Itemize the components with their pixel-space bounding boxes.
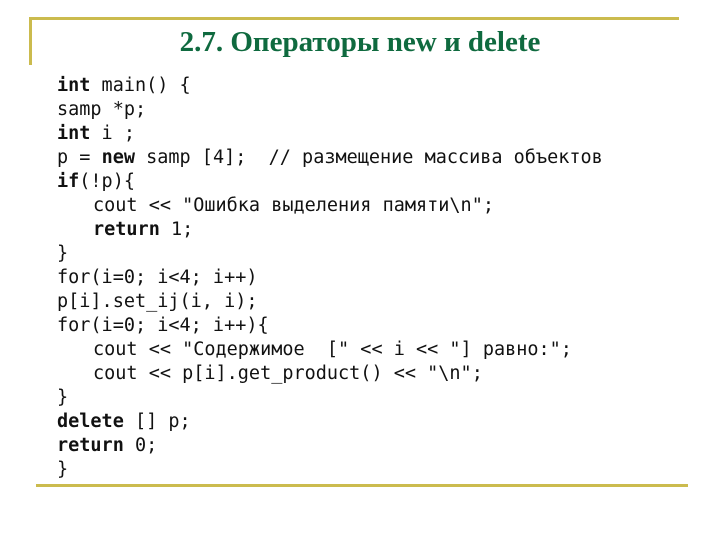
code-text: p[i].set_ij(i, i); <box>57 291 258 312</box>
code-text: } <box>57 243 69 264</box>
code-line: cout << p[i].get_product() << "\n"; <box>57 362 603 386</box>
code-text: for(i=0; i<4; i++) <box>57 267 258 288</box>
code-line: cout << "Содержимое [" << i << "] равно:… <box>57 338 603 362</box>
code-keyword: int <box>57 123 91 144</box>
code-text: main() { <box>90 75 191 96</box>
frame-bottom-rule <box>36 484 688 487</box>
code-text: } <box>57 387 69 408</box>
code-text: for(i=0; i<4; i++){ <box>57 315 269 336</box>
code-text: } <box>57 459 69 480</box>
code-line: samp *p; <box>57 98 603 122</box>
code-line: for(i=0; i<4; i++){ <box>57 314 603 338</box>
code-text: (!p){ <box>79 171 135 192</box>
code-keyword: delete <box>57 411 124 432</box>
code-keyword: int <box>57 75 91 96</box>
code-line: int i ; <box>57 122 603 146</box>
code-block: int main() {samp *p; int i ; p = new samp … <box>57 74 603 482</box>
code-line: for(i=0; i<4; i++) <box>57 266 603 290</box>
code-text: p = <box>57 147 102 168</box>
code-line: } <box>57 458 603 482</box>
code-line: } <box>57 242 603 266</box>
code-keyword: return <box>57 435 124 456</box>
code-line: p = new samp [4]; // размещение массива … <box>57 146 603 170</box>
code-keyword: return <box>93 219 160 240</box>
code-line: cout << "Ошибка выделения памяти\n"; <box>57 194 603 218</box>
code-line: if(!p){ <box>57 170 603 194</box>
code-line: return 1; <box>57 218 603 242</box>
code-line: return 0; <box>57 434 603 458</box>
code-keyword: new <box>101 147 135 168</box>
slide-title: 2.7. Операторы new и delete <box>179 26 541 58</box>
code-line: delete [] p; <box>57 410 603 434</box>
code-text: cout << p[i].get_product() << "\n"; <box>93 363 483 384</box>
code-line: int main() { <box>57 74 603 98</box>
code-text: 1; <box>159 219 194 240</box>
code-keyword: if <box>57 171 80 192</box>
code-line: } <box>57 386 603 410</box>
code-text: samp [4]; // размещение массива объектов <box>134 147 603 168</box>
code-text: [] p; <box>123 411 191 432</box>
code-text: 0; <box>123 435 158 456</box>
code-text: samp *p; <box>57 99 147 120</box>
frame-top-rule <box>29 17 679 20</box>
code-text: cout << "Ошибка выделения памяти\n"; <box>93 195 494 216</box>
code-line: p[i].set_ij(i, i); <box>57 290 603 314</box>
code-text: cout << "Содержимое [" << i << "] равно:… <box>93 339 572 360</box>
code-text: i ; <box>90 123 135 144</box>
